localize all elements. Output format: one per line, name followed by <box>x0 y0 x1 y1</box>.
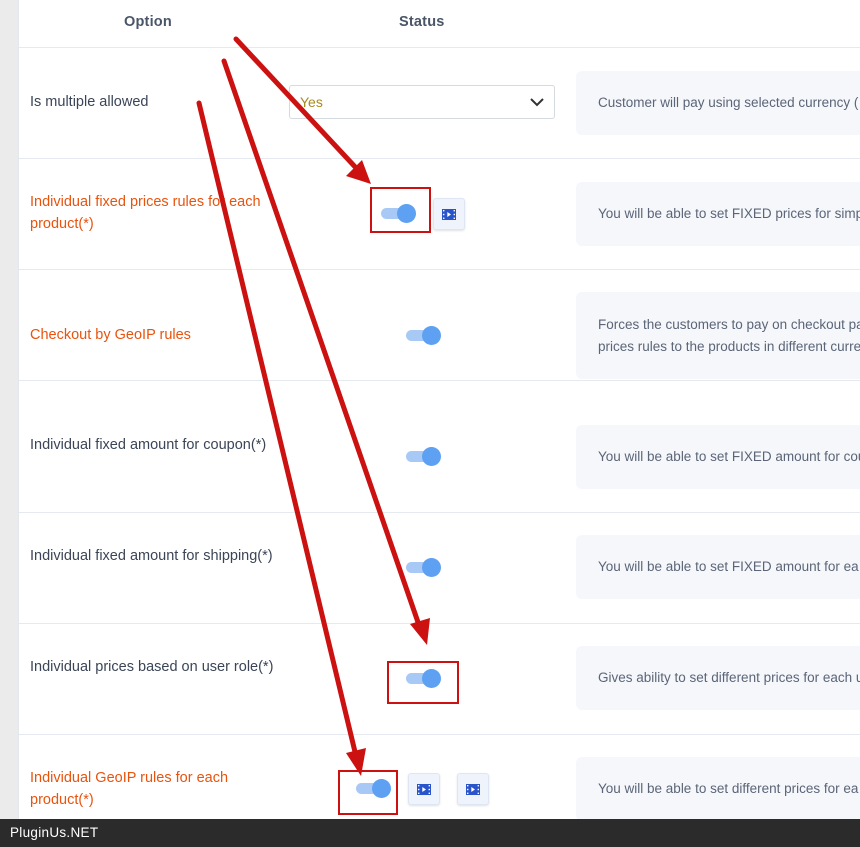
video-icon <box>442 209 456 220</box>
table-row: Individual fixed amount for shipping(*) … <box>19 513 860 624</box>
description-line: prices rules to the products in differen… <box>598 339 860 354</box>
video-help-button[interactable] <box>408 773 440 805</box>
table-header: Option Status <box>19 0 860 48</box>
checkout-geoip-toggle[interactable] <box>406 326 442 346</box>
option-label: Individual GeoIP rules for each product(… <box>30 770 229 808</box>
column-header-option: Option <box>124 14 172 30</box>
option-description: You will be able to set different prices… <box>576 757 860 819</box>
video-icon <box>417 784 431 795</box>
video-icon <box>466 784 480 795</box>
option-description: You will be able to set FIXED amount for… <box>576 535 860 599</box>
description-line: Forces the customers to pay on checkout … <box>598 317 860 332</box>
table-row: Individual GeoIP rules for each product(… <box>19 735 860 819</box>
table-row: Checkout by GeoIP rules Forces the custo… <box>19 270 860 381</box>
table-row: Individual fixed amount for coupon(*) Yo… <box>19 402 860 513</box>
option-label: Checkout by GeoIP rules <box>30 327 191 343</box>
option-description: Forces the customers to pay on checkout … <box>576 292 860 379</box>
option-label: Individual prices based on user role(*) <box>30 659 274 675</box>
table-row: Is multiple allowed Yes Customer will pa… <box>19 48 860 159</box>
option-label: Individual fixed amount for shipping(*) <box>30 548 273 564</box>
annotation-highlight-box <box>370 187 431 233</box>
table-row: Individual fixed prices rules for each p… <box>19 159 860 270</box>
select-value: Yes <box>300 94 323 110</box>
option-description: You will be able to set FIXED amount for… <box>576 425 860 489</box>
multiple-allowed-select[interactable]: Yes <box>289 85 555 119</box>
watermark-text: PluginUs.NET <box>10 825 99 840</box>
option-description: Gives ability to set different prices fo… <box>576 646 860 710</box>
option-description: Customer will pay using selected currenc… <box>576 71 860 135</box>
option-label: Is multiple allowed <box>30 94 149 110</box>
column-header-status: Status <box>399 14 445 30</box>
option-label: Individual fixed amount for coupon(*) <box>30 437 267 453</box>
annotation-highlight-box <box>338 770 398 815</box>
coupon-amount-toggle[interactable] <box>406 447 442 467</box>
shipping-amount-toggle[interactable] <box>406 558 442 578</box>
video-help-button[interactable] <box>457 773 489 805</box>
watermark-bar: PluginUs.NET <box>0 819 860 847</box>
option-description: You will be able to set FIXED prices for… <box>576 182 860 246</box>
option-label: Individual fixed prices rules for each p… <box>30 194 261 232</box>
video-help-button[interactable] <box>433 198 465 230</box>
annotation-highlight-box <box>387 661 459 704</box>
chevron-down-icon <box>530 98 544 107</box>
